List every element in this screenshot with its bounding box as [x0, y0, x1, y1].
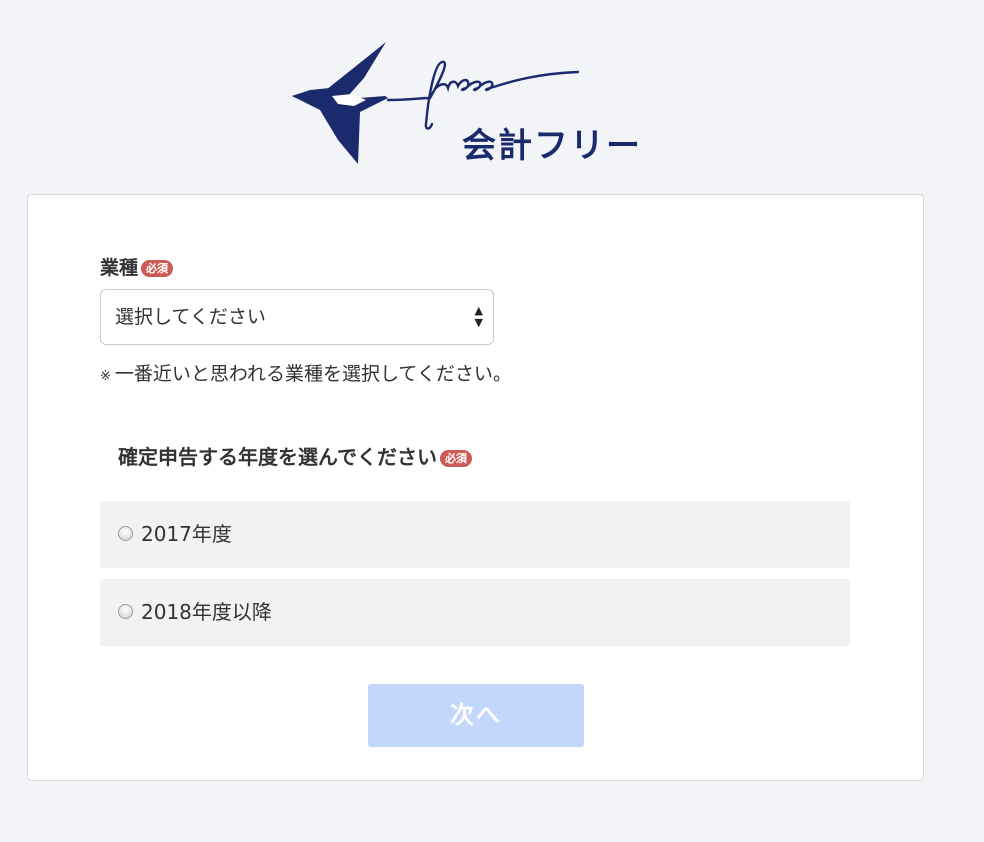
radio-option-label: 2017年度 — [141, 522, 232, 546]
required-badge: 必須 — [141, 260, 174, 277]
industry-note: ※ 一番近いと思われる業種を選択してください。 — [100, 359, 512, 386]
setup-form-card: 業種 必須 選択してください ▲ ▼ ※ 一番近いと思われる業種を選択してください。 … — [27, 194, 924, 781]
select-arrows-icon: ▲ ▼ — [474, 304, 483, 329]
note-mark: ※ — [100, 369, 111, 384]
freee-logo: 会計フリー — [290, 40, 670, 170]
radio-option-2017[interactable]: 2017年度 — [100, 501, 850, 568]
radio-button[interactable] — [118, 604, 133, 619]
year-question-label: 確定申告する年度を選んでください 必須 — [118, 441, 472, 470]
industry-label: 業種 必須 — [100, 253, 174, 280]
required-badge: 必須 — [440, 450, 472, 467]
industry-note-text: 一番近いと思われる業種を選択してください。 — [114, 363, 512, 385]
year-question-text: 確定申告する年度を選んでください — [118, 445, 437, 469]
product-name: 会計フリー — [462, 126, 642, 166]
radio-option-label: 2018年度以降 — [141, 600, 272, 624]
industry-select-value: 選択してください — [115, 306, 266, 328]
next-button[interactable]: 次へ — [368, 684, 584, 747]
industry-label-text: 業種 — [100, 257, 139, 279]
radio-option-2018-later[interactable]: 2018年度以降 — [100, 579, 850, 646]
industry-select[interactable]: 選択してください ▲ ▼ — [100, 289, 494, 345]
radio-button[interactable] — [118, 526, 133, 541]
